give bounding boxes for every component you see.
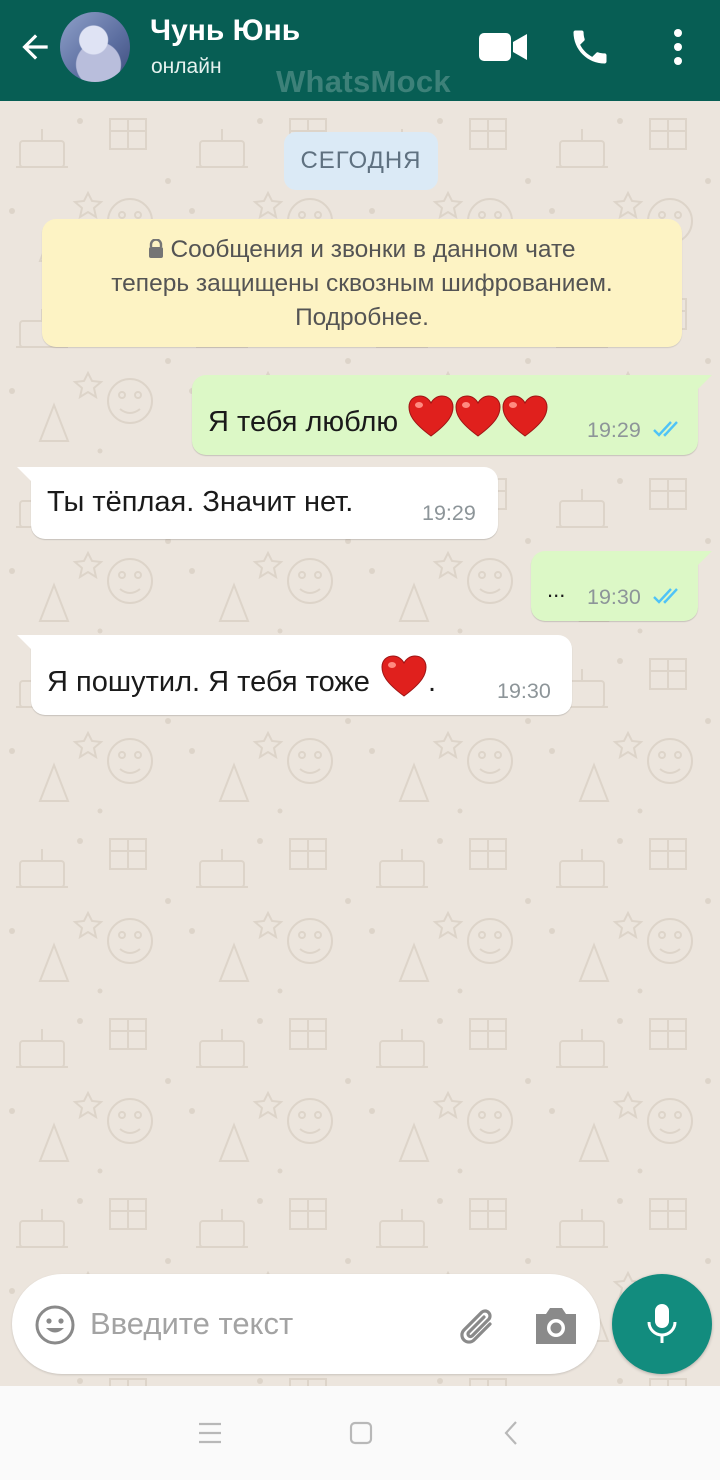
read-receipt-icon	[653, 588, 678, 604]
message-incoming[interactable]: Ты тёплая. Значит нет. 19:29	[17, 467, 498, 539]
back-arrow-icon	[22, 34, 48, 60]
encryption-notice-line3: Подробнее.	[295, 304, 429, 331]
app-watermark: WhatsMock	[276, 64, 451, 99]
hearts-emoji	[406, 395, 548, 438]
microphone-icon	[647, 1304, 677, 1343]
recents-icon[interactable]	[196, 1420, 224, 1446]
message-body: Я тебя люблю	[208, 406, 399, 438]
message-text: Ты тёплая. Значит нет.	[47, 486, 354, 518]
bubble-tail	[17, 467, 33, 483]
encryption-notice-line2: теперь защищены сквозным шифрованием.	[111, 270, 613, 297]
message-outgoing[interactable]: Я тебя люблю 19:29	[192, 375, 712, 455]
read-receipt-icon	[653, 421, 678, 437]
voice-record-button[interactable]	[612, 1274, 712, 1374]
message-time: 19:29	[422, 501, 476, 525]
message-text: ...	[547, 577, 566, 602]
voice-call-button[interactable]	[562, 20, 618, 74]
emoji-icon[interactable]	[34, 1304, 76, 1346]
contact-name[interactable]: Чунь Юнь	[150, 14, 300, 48]
message-time: 19:29	[587, 418, 641, 442]
heart-emoji	[381, 655, 427, 697]
chat-header: Чунь Юнь онлайн WhatsMock	[0, 0, 720, 101]
message-input[interactable]	[90, 1298, 440, 1350]
bubble-tail	[17, 635, 33, 651]
date-separator: СЕГОДНЯ	[284, 132, 438, 190]
system-navigation-bar	[0, 1386, 720, 1480]
paperclip-icon[interactable]	[454, 1304, 504, 1350]
message-body-end: .	[427, 666, 437, 698]
back-icon[interactable]	[500, 1419, 522, 1447]
message-composer	[12, 1274, 600, 1374]
message-body: Я пошутил. Я тебя тоже	[47, 666, 370, 698]
phone-icon	[573, 30, 607, 64]
contact-status: онлайн	[151, 55, 222, 78]
encryption-notice-line1: Сообщения и звонки в данном чате	[170, 236, 576, 263]
video-call-button[interactable]	[472, 22, 534, 72]
message-text: Я пошутил. Я тебя тоже .	[47, 655, 436, 699]
message-outgoing[interactable]: ... 19:30	[531, 551, 712, 621]
video-camera-icon	[479, 33, 527, 61]
contact-avatar[interactable]	[60, 12, 130, 82]
bubble-tail	[696, 551, 712, 567]
bubble-tail	[696, 375, 712, 391]
composer-row	[0, 1272, 720, 1380]
message-time: 19:30	[587, 585, 641, 609]
encryption-notice[interactable]: Сообщения и звонки в данном чате теперь …	[42, 219, 682, 347]
more-options-button[interactable]	[660, 22, 696, 72]
lock-icon	[149, 239, 164, 258]
message-text: Я тебя люблю	[208, 395, 548, 439]
camera-icon[interactable]	[532, 1304, 580, 1348]
message-incoming[interactable]: Я пошутил. Я тебя тоже . 19:30	[17, 635, 572, 715]
more-vertical-icon	[674, 29, 682, 65]
message-time: 19:30	[497, 679, 551, 703]
message-list[interactable]: СЕГОДНЯ Сообщения и звонки в данном чате…	[0, 101, 720, 1391]
chat-screen: Чунь Юнь онлайн WhatsMock СЕГОДНЯ Сообще…	[0, 0, 720, 1480]
home-icon[interactable]	[348, 1420, 374, 1446]
back-button[interactable]	[12, 22, 58, 72]
